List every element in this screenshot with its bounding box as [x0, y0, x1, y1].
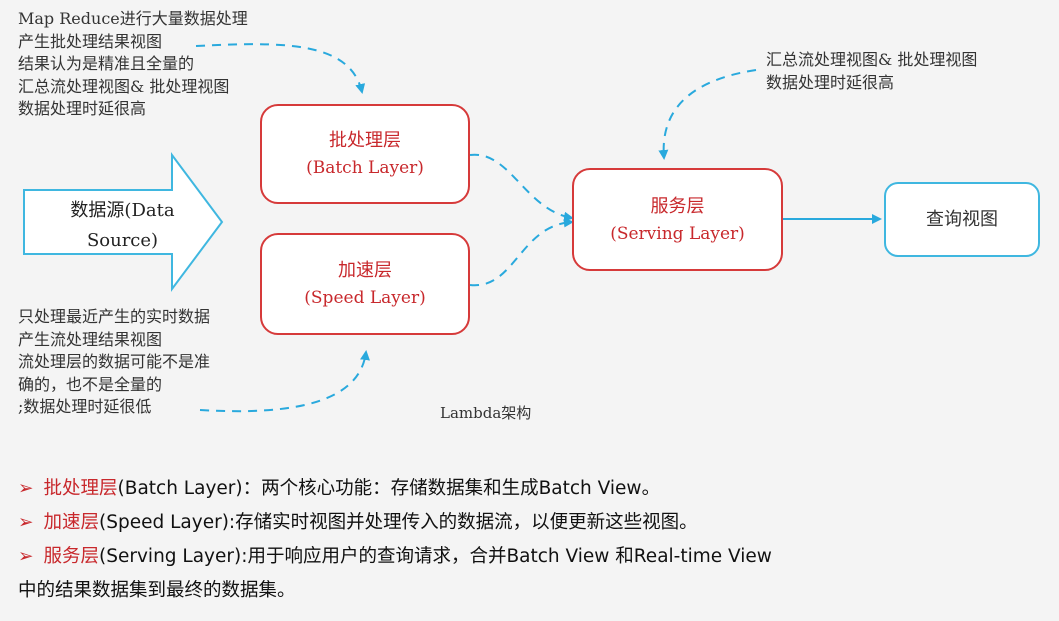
serving-layer-box: 服务层 (Serving Layer)	[572, 168, 783, 271]
serving-layer-title: 服务层	[650, 195, 705, 217]
layer-description-list: ➢ 批处理层(Batch Layer)：两个核心功能：存储数据集和生成Batch …	[18, 472, 1038, 608]
note-speed-description: 只处理最近产生的实时数据 产生流处理结果视图 流处理层的数据可能不是准 确的，也…	[18, 307, 211, 416]
connector-batch-to-serving	[469, 153, 574, 222]
speed-layer-subtitle: (Speed Layer)	[304, 288, 426, 308]
list-item-continuation: 中的结果数据集到最终的数据集。	[18, 580, 296, 601]
serving-layer-subtitle: (Serving Layer)	[610, 223, 745, 244]
data-source-line1: 数据源(Data	[70, 200, 175, 221]
list-item-batch: ➢ 批处理层(Batch Layer)：两个核心功能：存储数据集和生成Batch …	[18, 472, 1038, 506]
batch-layer-box: 批处理层 (Batch Layer)	[260, 104, 470, 204]
batch-layer-subtitle: (Batch Layer)	[306, 158, 424, 178]
query-view-label: 查询视图	[926, 208, 998, 230]
note-batch-description: Map Reduce进行大量数据处理 产生批处理结果视图 结果认为是精准且全量的…	[18, 9, 248, 118]
list-item-text: (Serving Layer):用于响应用户的查询请求，合并Batch View…	[99, 546, 772, 567]
note-serving-description: 汇总流处理视图& 批处理视图 数据处理时延很高	[766, 50, 978, 92]
list-item-text: (Speed Layer):存储实时视图并处理传入的数据流，以便更新这些视图。	[99, 512, 698, 533]
list-item-text: (Batch Layer)：两个核心功能：存储数据集和生成Batch View。	[117, 478, 661, 499]
data-source-label: 数据源(Data Source)	[40, 196, 205, 256]
diagram-caption: Lambda架构	[440, 404, 532, 422]
list-item-speed: ➢ 加速层(Speed Layer):存储实时视图并处理传入的数据流，以便更新这些…	[18, 506, 1038, 540]
list-item-term: 批处理层	[43, 478, 118, 499]
arrow-bullet-icon: ➢	[18, 512, 34, 533]
arrow-bullet-icon: ➢	[18, 478, 34, 499]
arrow-bullet-icon: ➢	[18, 546, 34, 567]
list-item-term: 服务层	[43, 546, 100, 567]
batch-layer-title: 批处理层	[329, 130, 401, 151]
data-source-line2: Source)	[86, 230, 159, 251]
speed-layer-box: 加速层 (Speed Layer)	[260, 233, 470, 335]
speed-layer-title: 加速层	[338, 260, 392, 281]
query-view-box: 查询视图	[884, 182, 1040, 257]
connector-note-to-serving	[658, 69, 757, 160]
list-item-serving: ➢ 服务层(Serving Layer):用于响应用户的查询请求，合并Batch …	[18, 540, 1038, 574]
connector-speed-to-serving	[469, 217, 574, 287]
list-item-term: 加速层	[43, 512, 100, 533]
